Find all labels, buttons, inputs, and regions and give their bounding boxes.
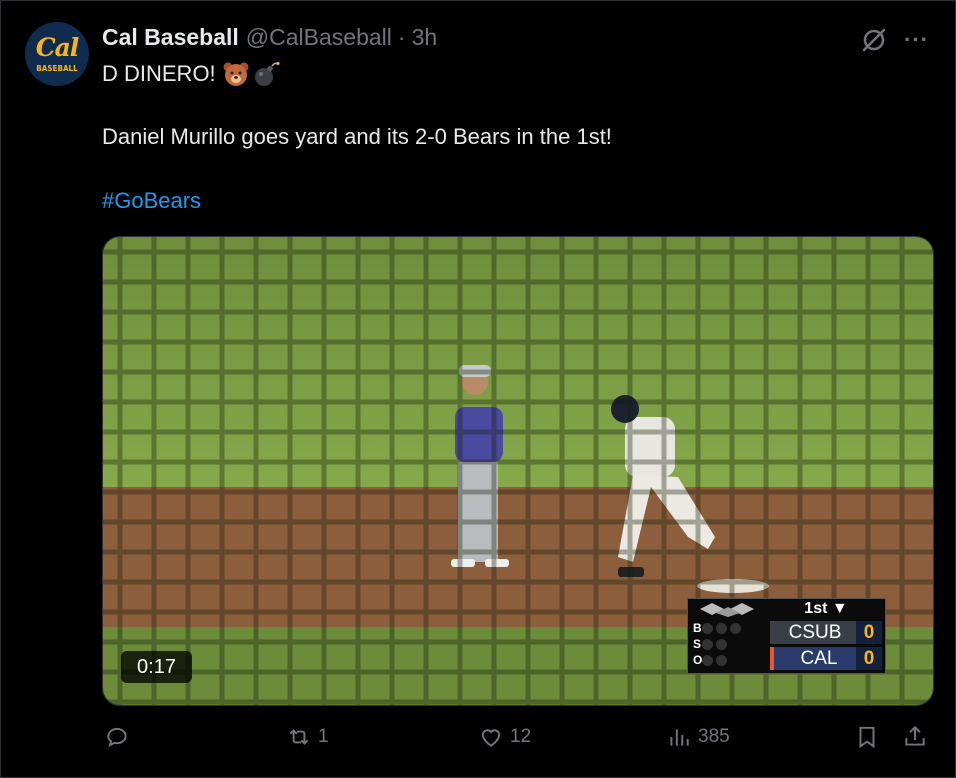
away-team-name: CSUB xyxy=(788,622,842,643)
analytics-icon xyxy=(670,729,689,746)
out-dot xyxy=(716,655,727,666)
author-name[interactable]: Cal Baseball xyxy=(102,24,239,51)
bookmark-button[interactable] xyxy=(854,724,880,750)
bookmark-icon xyxy=(859,726,875,749)
ball-dot xyxy=(730,623,741,634)
more-options-button[interactable]: ··· xyxy=(904,27,929,53)
scorebug-away-team: CSUB 0 xyxy=(770,621,882,644)
ball-dot xyxy=(716,623,727,634)
hashtag-link[interactable]: #GoBears xyxy=(102,188,201,214)
strike-dot xyxy=(716,639,727,650)
view-count: 385 xyxy=(698,726,730,747)
ball-dot xyxy=(702,623,713,634)
views-button[interactable]: 385 xyxy=(666,724,730,750)
bear-face-icon xyxy=(223,62,249,86)
avatar-logo-text: Cal xyxy=(35,32,80,62)
tweet-actions-bar: 1 12 385 xyxy=(102,724,932,758)
tweet-text-line-2: Daniel Murillo goes yard and its 2-0 Bea… xyxy=(102,124,612,149)
home-team-name: CAL xyxy=(800,648,838,669)
avatar-logo-subtext: BASEBALL xyxy=(36,63,78,73)
repost-count: 1 xyxy=(318,726,329,747)
tweet-text-headline: D DINERO! xyxy=(102,61,216,86)
repost-button[interactable]: 1 xyxy=(286,724,329,750)
bases-diamond-icon xyxy=(700,603,754,617)
share-button[interactable] xyxy=(902,724,928,750)
like-count: 12 xyxy=(510,726,532,747)
avatar[interactable]: Cal BASEBALL xyxy=(25,22,89,86)
away-team-score: 0 xyxy=(856,621,882,644)
scorebug-balls-label: B xyxy=(693,621,702,635)
timestamp[interactable]: 3h xyxy=(412,24,438,51)
separator: · xyxy=(397,23,406,50)
tweet-header: Cal Baseball @CalBaseball · 3h xyxy=(102,22,437,52)
strike-dot xyxy=(702,639,713,650)
video-duration-badge: 0:17 xyxy=(121,651,192,683)
heart-icon xyxy=(481,729,501,747)
scorebug-inning: 1st ▼ xyxy=(804,600,848,617)
repost-icon xyxy=(289,729,309,745)
reply-button[interactable] xyxy=(104,724,136,750)
tweet-text-line-1: D DINERO! xyxy=(102,60,280,88)
grok-icon[interactable] xyxy=(860,26,888,54)
share-icon xyxy=(905,725,925,746)
bomb-icon xyxy=(254,62,280,86)
scorebug-home-team: CAL 0 xyxy=(770,647,882,670)
home-team-score: 0 xyxy=(856,647,882,670)
like-button[interactable]: 12 xyxy=(478,724,531,750)
reply-icon xyxy=(107,727,127,747)
scorebug-outs-label: O xyxy=(693,653,703,667)
author-handle[interactable]: @CalBaseball xyxy=(246,24,392,51)
scorebug-strikes-label: S xyxy=(693,637,702,651)
scorebug: 1st ▼ B S O CSUB 0 CAL 0 xyxy=(687,598,886,674)
out-dot xyxy=(702,655,713,666)
